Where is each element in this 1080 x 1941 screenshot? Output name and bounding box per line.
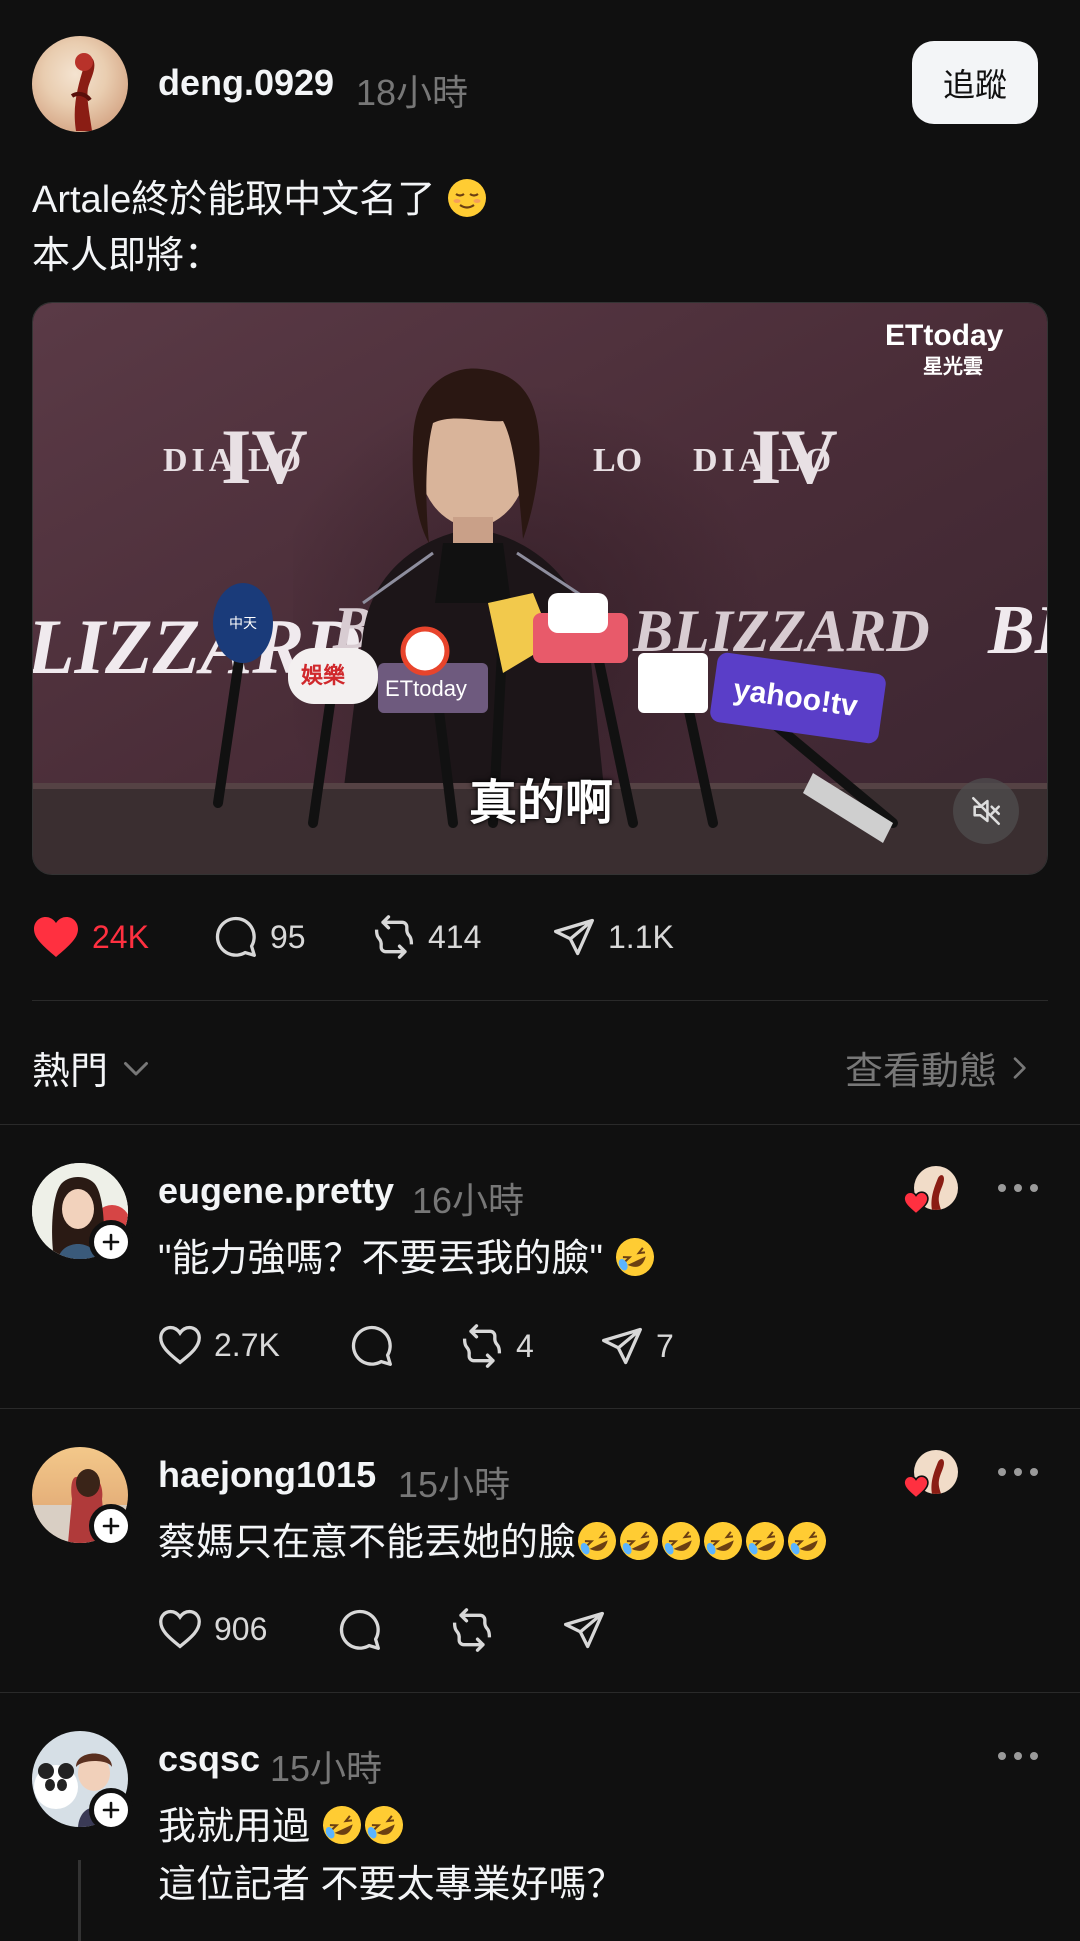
post-text-line-2: 本人即將： bbox=[32, 235, 223, 277]
reply-text-content: 我就用過 bbox=[158, 1806, 321, 1848]
reply-like-count: 2.7K bbox=[214, 1326, 280, 1363]
comment-button[interactable]: 95 bbox=[214, 915, 306, 959]
relieved-face-emoji-icon bbox=[447, 179, 486, 217]
heart-outline-icon bbox=[159, 1325, 201, 1365]
like-count: 24K bbox=[92, 918, 149, 955]
comment-bubble-icon bbox=[339, 1609, 380, 1650]
heart-filled-icon bbox=[903, 1475, 929, 1499]
repost-icon bbox=[462, 1324, 502, 1368]
send-icon bbox=[564, 1611, 604, 1649]
rolling-laughing-emoji-icon bbox=[322, 1806, 361, 1844]
rolling-laughing-emoji-icon bbox=[578, 1522, 617, 1560]
reply-text-content: 蔡媽只在意不能丟她的臉 bbox=[158, 1522, 577, 1564]
avatar-image bbox=[70, 53, 95, 131]
plus-icon bbox=[102, 1801, 120, 1819]
mute-toggle-button[interactable] bbox=[953, 778, 1019, 844]
sort-label: 熱門 bbox=[32, 1051, 109, 1093]
divider bbox=[0, 1124, 1080, 1125]
view-activity-label: 查看動態 bbox=[845, 1051, 998, 1093]
reply-text: "能力強嗎？不要丟我的臉" bbox=[158, 1230, 656, 1288]
post-video[interactable]: DIA LO IV DIA LO IV LO LIZZARD BLIZZARD … bbox=[32, 302, 1048, 875]
svg-text:IV: IV bbox=[221, 413, 308, 500]
send-icon bbox=[602, 1327, 642, 1365]
like-button[interactable]: 24K bbox=[32, 915, 149, 959]
repost-button[interactable]: 414 bbox=[372, 915, 481, 959]
post-text-line-1: Artale終於能取中文名了 bbox=[32, 172, 488, 228]
reply-like-button[interactable]: 2.7K bbox=[158, 1324, 280, 1366]
reply-repost-button[interactable]: 4 bbox=[460, 1324, 534, 1368]
speaker-muted-icon bbox=[971, 796, 1001, 826]
reply-share-button[interactable] bbox=[562, 1608, 606, 1652]
svg-text:娛樂: 娛樂 bbox=[300, 663, 346, 689]
video-watermark-sub: 星光雲 bbox=[923, 354, 983, 378]
rolling-laughing-emoji-icon bbox=[788, 1522, 827, 1560]
reply-text: 蔡媽只在意不能丟她的臉 bbox=[158, 1514, 828, 1572]
heart-filled-icon bbox=[903, 1191, 929, 1215]
author-avatar[interactable] bbox=[32, 36, 128, 132]
rolling-laughing-emoji-icon bbox=[620, 1522, 659, 1560]
rolling-laughing-emoji-icon bbox=[704, 1522, 743, 1560]
rolling-laughing-emoji-icon bbox=[662, 1522, 701, 1560]
svg-text:IV: IV bbox=[751, 413, 838, 500]
reply-like-button[interactable]: 906 bbox=[158, 1608, 267, 1650]
comment-count: 95 bbox=[270, 918, 306, 955]
share-button[interactable]: 1.1K bbox=[552, 915, 674, 959]
follow-button[interactable]: 追蹤 bbox=[912, 41, 1038, 124]
reply-repost-count: 4 bbox=[516, 1327, 534, 1364]
share-count: 1.1K bbox=[608, 918, 674, 955]
repost-icon bbox=[452, 1608, 492, 1652]
svg-text:中天: 中天 bbox=[229, 616, 257, 632]
post-text-content: Artale終於能取中文名了 bbox=[32, 179, 436, 221]
reply-share-count: 7 bbox=[656, 1327, 674, 1364]
view-activity-link[interactable]: 查看動態 bbox=[845, 1040, 1035, 1095]
reply-comment-button[interactable] bbox=[338, 1608, 382, 1652]
svg-text:ETtoday: ETtoday bbox=[385, 676, 467, 701]
sort-dropdown[interactable]: 熱門 bbox=[32, 1040, 154, 1095]
reply-comment-button[interactable] bbox=[350, 1324, 394, 1368]
reply-repost-button[interactable] bbox=[450, 1608, 494, 1652]
divider bbox=[0, 1408, 1080, 1409]
divider bbox=[32, 1000, 1048, 1001]
reply-share-button[interactable]: 7 bbox=[600, 1324, 674, 1368]
reply-like-count: 906 bbox=[214, 1610, 268, 1647]
reply-text-content: "能力強嗎？不要丟我的臉" bbox=[158, 1238, 603, 1280]
chevron-down-icon bbox=[124, 1061, 149, 1075]
more-options-button[interactable] bbox=[998, 1178, 1038, 1198]
heart-filled-icon bbox=[34, 917, 78, 957]
rolling-laughing-emoji-icon bbox=[615, 1238, 654, 1276]
comment-bubble-icon bbox=[215, 916, 256, 957]
thread-line bbox=[78, 1860, 81, 1941]
reply-text-line-2: 這位記者 不要太專業好嗎？ bbox=[158, 1864, 625, 1906]
svg-text:BL: BL bbox=[987, 592, 1048, 669]
reply-username[interactable]: csqsc bbox=[158, 1738, 260, 1780]
repost-icon bbox=[374, 915, 414, 959]
divider bbox=[0, 1692, 1080, 1693]
follow-plus-button[interactable] bbox=[89, 1788, 133, 1832]
video-watermark-brand: ETtoday bbox=[885, 319, 1004, 352]
heart-outline-icon bbox=[159, 1609, 201, 1649]
repost-count: 414 bbox=[428, 918, 482, 955]
more-options-button[interactable] bbox=[998, 1462, 1038, 1482]
plus-icon bbox=[102, 1233, 120, 1251]
reply-username[interactable]: eugene.pretty bbox=[158, 1170, 394, 1212]
plus-icon bbox=[102, 1517, 120, 1535]
reply-username[interactable]: haejong1015 bbox=[158, 1454, 376, 1496]
reply-time: 15小時 bbox=[398, 1464, 511, 1505]
author-username[interactable]: deng.0929 bbox=[158, 62, 334, 104]
reply-time: 15小時 bbox=[270, 1748, 383, 1789]
rolling-laughing-emoji-icon bbox=[364, 1806, 403, 1844]
reply-time: 16小時 bbox=[412, 1180, 525, 1221]
rolling-laughing-emoji-icon bbox=[746, 1522, 785, 1560]
send-icon bbox=[554, 918, 594, 956]
svg-text:LO: LO bbox=[593, 442, 642, 479]
follow-plus-button[interactable] bbox=[89, 1504, 133, 1548]
reply-text-line-1: 我就用過 bbox=[158, 1798, 405, 1856]
post-time: 18小時 bbox=[356, 72, 469, 113]
more-options-button[interactable] bbox=[998, 1746, 1038, 1766]
comment-bubble-icon bbox=[351, 1325, 392, 1366]
follow-plus-button[interactable] bbox=[89, 1220, 133, 1264]
chevron-right-icon bbox=[1013, 1056, 1026, 1079]
video-caption: 真的啊 bbox=[468, 777, 613, 830]
